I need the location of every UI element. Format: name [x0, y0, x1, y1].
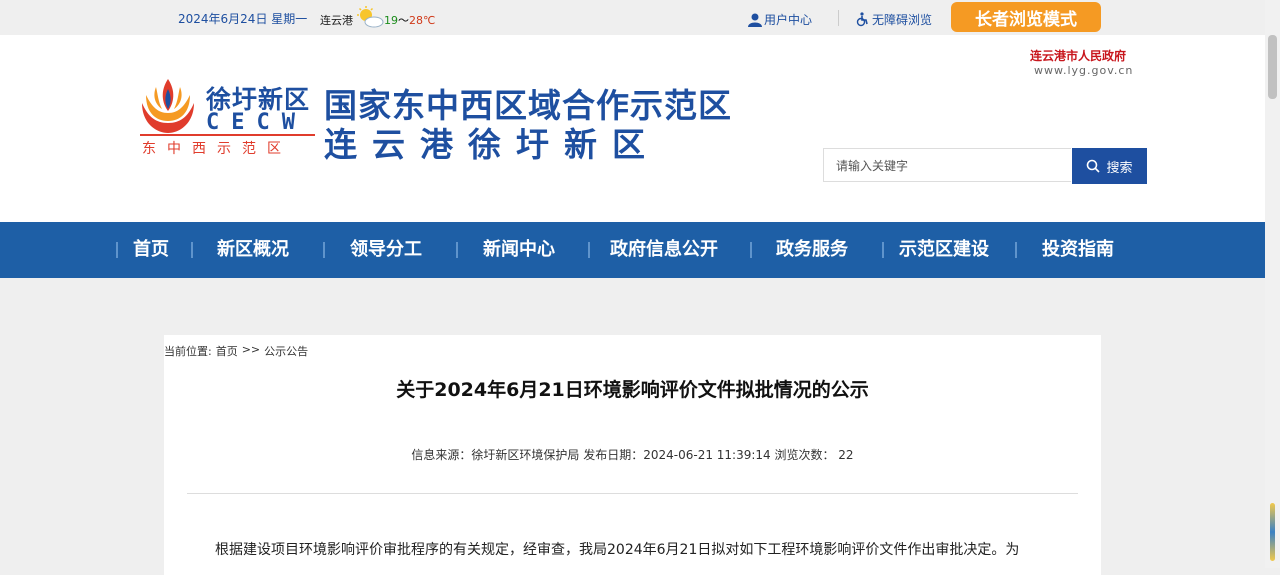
- user-center-link[interactable]: 用户中心: [748, 11, 812, 28]
- breadcrumb-separator: >>: [241, 343, 261, 356]
- temperature-range: 19～28℃: [384, 12, 435, 28]
- nav-item-overview[interactable]: 新区概况: [217, 222, 289, 278]
- nav-divider: [750, 242, 752, 258]
- logo-subtitle: 东中西示范区: [142, 141, 292, 157]
- weather-city: 连云港: [320, 14, 353, 27]
- nav-item-info-disclosure[interactable]: 政府信息公开: [610, 222, 718, 278]
- breadcrumb: 当前位置: 首页 >> 公示公告: [164, 343, 308, 359]
- scrollbar-thumb[interactable]: [1268, 35, 1277, 99]
- breadcrumb-home[interactable]: 首页: [216, 343, 238, 359]
- flame-logo-icon[interactable]: [136, 73, 200, 137]
- site-title-line2: 连云港徐圩新区: [324, 125, 660, 164]
- scroll-widget-icon[interactable]: [1270, 503, 1275, 561]
- nav-item-demo-zone[interactable]: 示范区建设: [899, 222, 989, 278]
- nav-item-services[interactable]: 政务服务: [776, 222, 848, 278]
- breadcrumb-current[interactable]: 公示公告: [264, 343, 308, 359]
- article-meta: 信息来源：徐圩新区环境保护局 发布日期：2024-06-21 11:39:14 …: [411, 448, 854, 462]
- gov-name: 连云港市人民政府: [1030, 49, 1127, 63]
- top-bar: 2024年6月24日 星期一 连云港 19～28℃ 用户中心 无障碍浏览 长者浏…: [0, 0, 1280, 35]
- elder-mode-button[interactable]: 长者浏览模式: [951, 2, 1101, 32]
- nav-divider: [456, 242, 458, 258]
- nav-divider: [323, 242, 325, 258]
- temp-high: 28℃: [409, 14, 436, 27]
- temp-separator: ～: [398, 14, 409, 27]
- accessibility-link[interactable]: 无障碍浏览: [855, 11, 932, 28]
- nav-item-home[interactable]: 首页: [133, 222, 169, 278]
- article-divider: [187, 493, 1078, 494]
- nav-divider: [1015, 242, 1017, 258]
- accessibility-label: 无障碍浏览: [872, 13, 933, 27]
- page-scrollbar[interactable]: [1265, 0, 1280, 568]
- search-button-label: 搜索: [1106, 160, 1133, 176]
- nav-divider: [882, 242, 884, 258]
- date-text: 2024年6月24日 星期一: [178, 12, 308, 26]
- logo-divider: [140, 134, 315, 136]
- nav-item-leadership[interactable]: 领导分工: [350, 222, 422, 278]
- nav-item-investment[interactable]: 投资指南: [1042, 222, 1114, 278]
- wheelchair-icon: [856, 12, 868, 27]
- article-title: 关于2024年6月21日环境影响评价文件拟批情况的公示: [396, 379, 869, 401]
- article-paragraph: 根据建设项目环境影响评价审批程序的有关规定，经审查，我局2024年6月21日拟对…: [215, 542, 1020, 558]
- user-center-label: 用户中心: [764, 13, 813, 27]
- breadcrumb-prefix: 当前位置:: [164, 345, 212, 358]
- search-button[interactable]: 搜索: [1072, 148, 1147, 184]
- temp-low: 19: [384, 14, 398, 27]
- main-nav: 首页 新区概况 领导分工 新闻中心 政府信息公开 政务服务 示范区建设 投资指南: [0, 222, 1265, 278]
- nav-divider: [588, 242, 590, 258]
- divider: [838, 10, 839, 26]
- user-icon: [748, 13, 762, 27]
- sun-cloud-icon: [357, 6, 384, 28]
- nav-divider: [191, 242, 193, 258]
- search-input[interactable]: 请输入关键字: [823, 148, 1071, 182]
- nav-item-news[interactable]: 新闻中心: [483, 222, 555, 278]
- search-icon: [1087, 159, 1101, 173]
- gov-url: www.lyg.gov.cn: [1034, 64, 1134, 77]
- nav-divider: [116, 242, 118, 258]
- logo-english-abbr: CECW: [206, 110, 307, 135]
